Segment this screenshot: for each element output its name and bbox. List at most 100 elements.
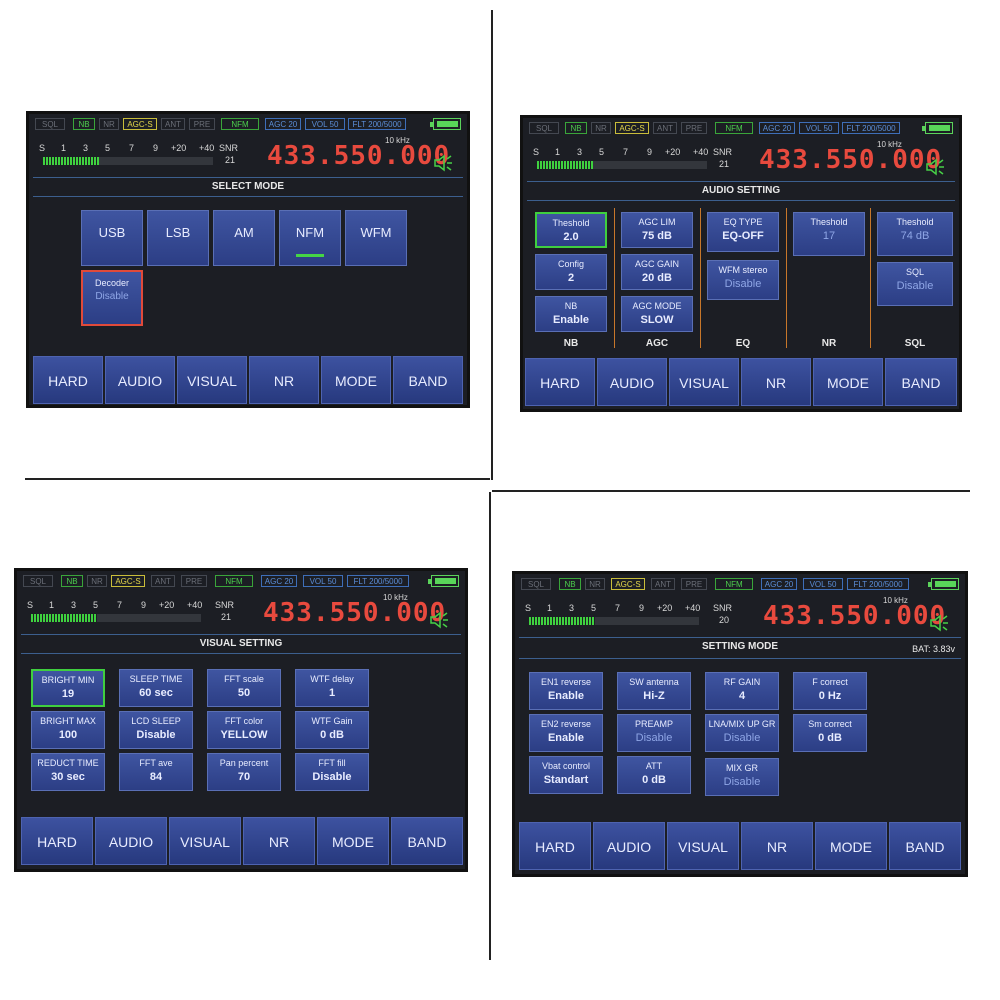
chip-nr[interactable]: NR bbox=[99, 118, 119, 130]
bright-min-button[interactable]: BRIGHT MIN 19 bbox=[31, 669, 105, 707]
nb-enable-button[interactable]: NB Enable bbox=[535, 296, 607, 332]
chip-nr[interactable]: NR bbox=[585, 578, 605, 590]
nav-band-button[interactable]: BAND bbox=[885, 358, 957, 406]
chip-nb[interactable]: NB bbox=[559, 578, 581, 590]
nav-audio-button[interactable]: AUDIO bbox=[105, 356, 175, 404]
nav-audio-button[interactable]: AUDIO bbox=[593, 822, 665, 870]
chip-ant[interactable]: ANT bbox=[653, 122, 677, 134]
decoder-button[interactable]: Decoder Disable bbox=[81, 270, 143, 326]
nav-visual-button[interactable]: VISUAL bbox=[669, 358, 739, 406]
nav-hard-button[interactable]: HARD bbox=[21, 817, 93, 865]
sleep-time-button[interactable]: SLEEP TIME 60 sec bbox=[119, 669, 193, 707]
chip-pre[interactable]: PRE bbox=[681, 122, 707, 134]
frequency-display[interactable]: 433.550.000 bbox=[763, 601, 946, 631]
nav-nr-button[interactable]: NR bbox=[243, 817, 315, 865]
en2-reverse-button[interactable]: EN2 reverse Enable bbox=[529, 714, 603, 752]
sw-antenna-button[interactable]: SW antenna Hi-Z bbox=[617, 672, 691, 710]
chip-pre[interactable]: PRE bbox=[681, 578, 707, 590]
nav-mode-button[interactable]: MODE bbox=[321, 356, 391, 404]
rf-gain-button[interactable]: RF GAIN 4 bbox=[705, 672, 779, 710]
chip-vol[interactable]: VOL 50 bbox=[303, 575, 343, 587]
speaker-icon[interactable] bbox=[429, 611, 449, 629]
agc-lim-button[interactable]: AGC LIM 75 dB bbox=[621, 212, 693, 248]
mode-button-lsb[interactable]: LSB bbox=[147, 210, 209, 266]
chip-agc-20[interactable]: AGC 20 bbox=[261, 575, 297, 587]
mode-button-am[interactable]: AM bbox=[213, 210, 275, 266]
chip-flt[interactable]: FLT 200/5000 bbox=[847, 578, 909, 590]
chip-nb[interactable]: NB bbox=[61, 575, 83, 587]
speaker-icon[interactable] bbox=[433, 154, 453, 172]
chip-sql[interactable]: SQL bbox=[35, 118, 65, 130]
chip-vol[interactable]: VOL 50 bbox=[803, 578, 843, 590]
chip-flt[interactable]: FLT 200/5000 bbox=[348, 118, 406, 130]
bright-max-button[interactable]: BRIGHT MAX 100 bbox=[31, 711, 105, 749]
chip-nfm[interactable]: NFM bbox=[715, 122, 753, 134]
sm-correct-button[interactable]: Sm correct 0 dB bbox=[793, 714, 867, 752]
nav-nr-button[interactable]: NR bbox=[741, 822, 813, 870]
nav-mode-button[interactable]: MODE bbox=[815, 822, 887, 870]
nav-mode-button[interactable]: MODE bbox=[813, 358, 883, 406]
nav-visual-button[interactable]: VISUAL bbox=[667, 822, 739, 870]
wtf-gain-button[interactable]: WTF Gain 0 dB bbox=[295, 711, 369, 749]
fft-ave-button[interactable]: FFT ave 84 bbox=[119, 753, 193, 791]
wtf-delay-button[interactable]: WTF delay 1 bbox=[295, 669, 369, 707]
nav-audio-button[interactable]: AUDIO bbox=[95, 817, 167, 865]
fft-scale-button[interactable]: FFT scale 50 bbox=[207, 669, 281, 707]
sql-threshold-button[interactable]: Theshold 74 dB bbox=[877, 212, 953, 256]
fft-fill-button[interactable]: FFT fill Disable bbox=[295, 753, 369, 791]
chip-flt[interactable]: FLT 200/5000 bbox=[842, 122, 900, 134]
chip-ant[interactable]: ANT bbox=[151, 575, 175, 587]
nav-band-button[interactable]: BAND bbox=[889, 822, 961, 870]
nav-nr-button[interactable]: NR bbox=[249, 356, 319, 404]
frequency-display[interactable]: 433.550.000 bbox=[759, 145, 942, 175]
fft-color-button[interactable]: FFT color YELLOW bbox=[207, 711, 281, 749]
chip-ant[interactable]: ANT bbox=[161, 118, 185, 130]
nav-hard-button[interactable]: HARD bbox=[525, 358, 595, 406]
nav-nr-button[interactable]: NR bbox=[741, 358, 811, 406]
mix-gr-button[interactable]: MIX GR Disable bbox=[705, 758, 779, 796]
chip-agc-s[interactable]: AGC-S bbox=[111, 575, 145, 587]
reduct-time-button[interactable]: REDUCT TIME 30 sec bbox=[31, 753, 105, 791]
speaker-icon[interactable] bbox=[925, 158, 945, 176]
att-button[interactable]: ATT 0 dB bbox=[617, 756, 691, 794]
eq-type-button[interactable]: EQ TYPE EQ-OFF bbox=[707, 212, 779, 252]
agc-mode-button[interactable]: AGC MODE SLOW bbox=[621, 296, 693, 332]
chip-agc-20[interactable]: AGC 20 bbox=[265, 118, 301, 130]
nav-visual-button[interactable]: VISUAL bbox=[169, 817, 241, 865]
chip-sql[interactable]: SQL bbox=[521, 578, 551, 590]
chip-vol[interactable]: VOL 50 bbox=[799, 122, 839, 134]
chip-flt[interactable]: FLT 200/5000 bbox=[347, 575, 409, 587]
chip-sql[interactable]: SQL bbox=[529, 122, 559, 134]
nav-band-button[interactable]: BAND bbox=[393, 356, 463, 404]
chip-agc-s[interactable]: AGC-S bbox=[123, 118, 157, 130]
f-correct-button[interactable]: F correct 0 Hz bbox=[793, 672, 867, 710]
nav-mode-button[interactable]: MODE bbox=[317, 817, 389, 865]
chip-pre[interactable]: PRE bbox=[181, 575, 207, 587]
chip-agc-s[interactable]: AGC-S bbox=[611, 578, 645, 590]
chip-agc-s[interactable]: AGC-S bbox=[615, 122, 649, 134]
nav-visual-button[interactable]: VISUAL bbox=[177, 356, 247, 404]
speaker-icon[interactable] bbox=[929, 614, 949, 632]
mode-button-usb[interactable]: USB bbox=[81, 210, 143, 266]
nr-threshold-button[interactable]: Theshold 17 bbox=[793, 212, 865, 256]
nb-config-button[interactable]: Config 2 bbox=[535, 254, 607, 290]
preamp-button[interactable]: PREAMP Disable bbox=[617, 714, 691, 752]
chip-nfm[interactable]: NFM bbox=[215, 575, 253, 587]
nav-hard-button[interactable]: HARD bbox=[33, 356, 103, 404]
chip-ant[interactable]: ANT bbox=[651, 578, 675, 590]
chip-nfm[interactable]: NFM bbox=[221, 118, 259, 130]
lcd-sleep-button[interactable]: LCD SLEEP Disable bbox=[119, 711, 193, 749]
sql-enable-button[interactable]: SQL Disable bbox=[877, 262, 953, 306]
wfm-stereo-button[interactable]: WFM stereo Disable bbox=[707, 260, 779, 300]
pan-percent-button[interactable]: Pan percent 70 bbox=[207, 753, 281, 791]
chip-sql[interactable]: SQL bbox=[23, 575, 53, 587]
en1-reverse-button[interactable]: EN1 reverse Enable bbox=[529, 672, 603, 710]
vbat-control-button[interactable]: Vbat control Standart bbox=[529, 756, 603, 794]
agc-gain-button[interactable]: AGC GAIN 20 dB bbox=[621, 254, 693, 290]
chip-pre[interactable]: PRE bbox=[189, 118, 215, 130]
nav-band-button[interactable]: BAND bbox=[391, 817, 463, 865]
mode-button-nfm[interactable]: NFM bbox=[279, 210, 341, 266]
chip-agc-20[interactable]: AGC 20 bbox=[759, 122, 795, 134]
chip-nb[interactable]: NB bbox=[565, 122, 587, 134]
chip-nb[interactable]: NB bbox=[73, 118, 95, 130]
